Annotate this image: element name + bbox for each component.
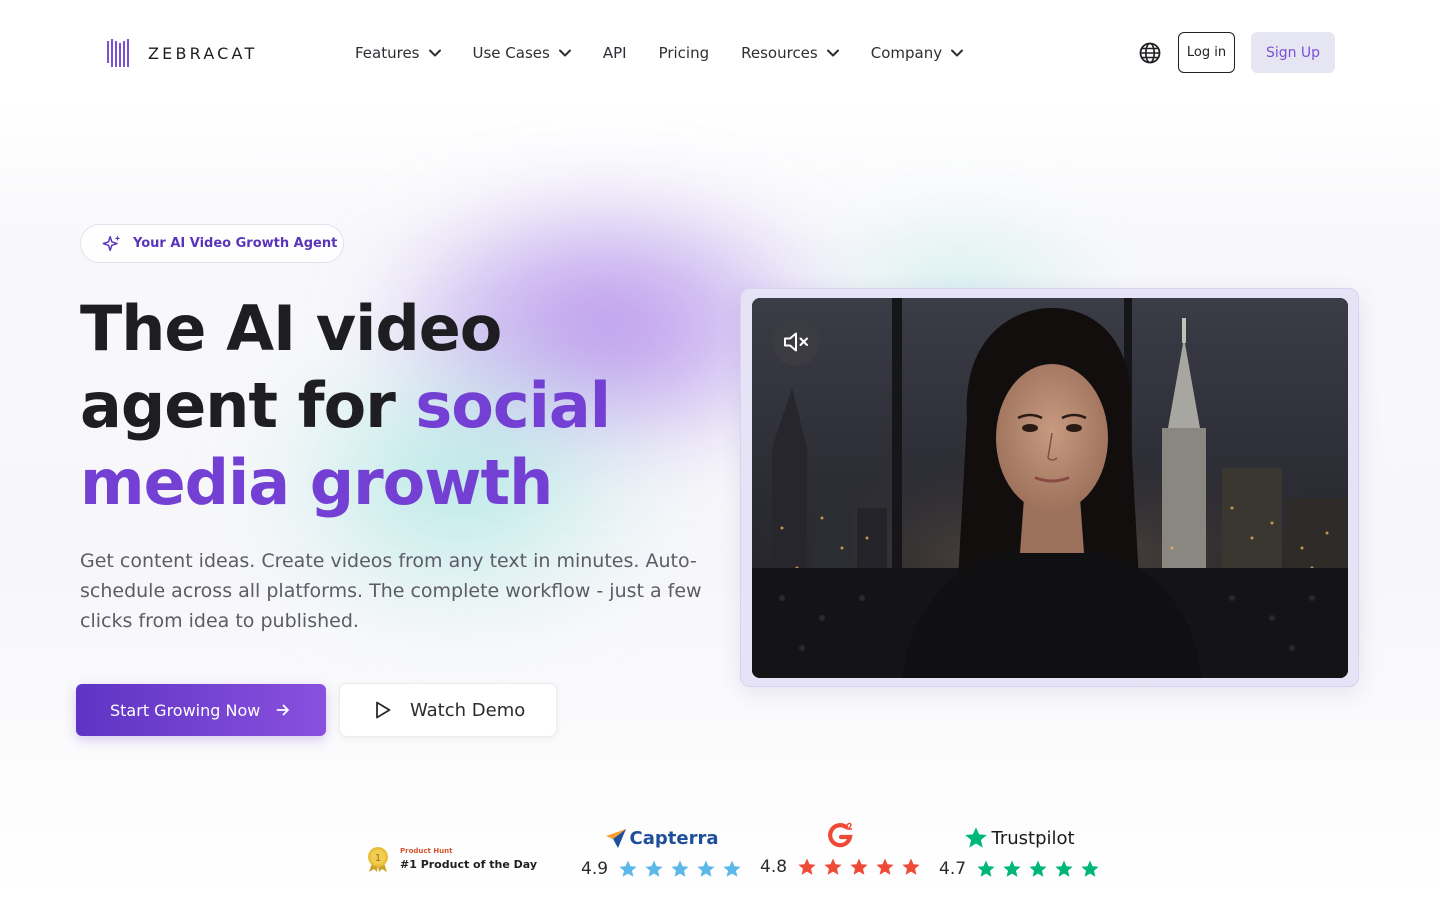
capterra-rating[interactable]: Capterra 4.9 <box>581 823 742 879</box>
star-icon <box>1003 860 1021 877</box>
brand-name: ZEBRACAT <box>148 43 258 63</box>
star-icon <box>902 858 920 875</box>
capterra-name: Capterra <box>629 827 719 849</box>
nav-item-api[interactable]: API <box>603 42 627 64</box>
sparkle-icon <box>102 234 121 251</box>
product-hunt-award[interactable]: 1 Product Hunt #1 Product of the Day <box>366 845 537 873</box>
g2-rating[interactable]: 4.8 <box>760 821 921 877</box>
globe-icon[interactable] <box>1138 41 1162 65</box>
product-hunt-text: Product Hunt #1 Product of the Day <box>400 847 537 871</box>
trustpilot-star-icon <box>965 827 988 848</box>
nav-item-label: Use Cases <box>472 44 550 62</box>
headline-line-1: The AI video <box>80 292 502 365</box>
hero-headline: The AI video agent for social media grow… <box>80 290 700 521</box>
nav-item-label: Features <box>355 44 420 62</box>
nav-item-label: API <box>602 44 627 62</box>
zebracat-logo-icon <box>107 39 129 67</box>
nav-actions: Log in Sign Up <box>1138 32 1335 73</box>
nav-item-company[interactable]: Company <box>870 42 964 64</box>
volume-muted-icon <box>784 332 808 352</box>
g2-logo <box>826 821 856 851</box>
capterra-score-row: 4.9 <box>581 859 742 879</box>
star-icon <box>671 860 689 877</box>
star-icon <box>1055 860 1073 877</box>
medal-icon: 1 <box>368 847 388 872</box>
trustpilot-logo: Trustpilot <box>964 823 1075 853</box>
watch-demo-label: Watch Demo <box>410 699 526 721</box>
nav-item-label: Pricing <box>658 44 710 62</box>
star-icon <box>798 858 816 875</box>
trustpilot-name: Trustpilot <box>991 827 1075 849</box>
brand-logo[interactable]: ZEBRACAT <box>106 37 257 69</box>
hero-subtitle: Get content ideas. Create videos from an… <box>80 550 702 632</box>
star-icon <box>1081 860 1099 877</box>
ratings-bar: 1 Product Hunt #1 Product of the Day Cap… <box>0 815 1440 900</box>
headline-accent-social: social <box>415 369 611 442</box>
start-growing-button[interactable]: Start Growing Now <box>76 684 326 736</box>
star-icon <box>723 860 741 877</box>
nav-item-use-cases[interactable]: Use Cases <box>473 42 571 64</box>
chevron-down-icon <box>951 49 964 57</box>
product-hunt-label: #1 Product of the Day <box>400 858 537 871</box>
video-scene <box>752 298 1348 678</box>
mute-toggle-button[interactable] <box>772 318 820 366</box>
capterra-arrow-icon <box>605 829 626 848</box>
g2-score: 4.8 <box>760 857 788 877</box>
star-icon <box>977 860 995 877</box>
star-icon <box>619 860 637 877</box>
hero-badge: Your AI Video Growth Agent <box>80 224 344 263</box>
trustpilot-rating[interactable]: Trustpilot 4.7 <box>939 823 1100 879</box>
signup-button[interactable]: Sign Up <box>1251 32 1335 73</box>
chevron-down-icon <box>558 49 571 57</box>
star-icon <box>876 858 894 875</box>
nav-item-resources[interactable]: Resources <box>741 42 839 64</box>
chevron-down-icon <box>826 49 839 57</box>
headline-line-2: agent for <box>80 369 396 442</box>
star-icon <box>824 858 842 875</box>
product-hunt-small-label: Product Hunt <box>400 847 453 855</box>
chevron-down-icon <box>428 49 441 57</box>
trustpilot-score: 4.7 <box>939 859 967 879</box>
video-frame <box>740 288 1359 687</box>
nav-item-label: Company <box>870 44 943 62</box>
top-navigation: ZEBRACAT Features Use Cases API Pricing … <box>0 0 1440 106</box>
g2-logo-icon <box>827 822 853 848</box>
badge-label: Your AI Video Growth Agent <box>133 236 338 251</box>
nav-item-pricing[interactable]: Pricing <box>659 42 710 64</box>
arrow-right-icon <box>276 704 290 716</box>
nav-item-label: Resources <box>741 44 818 62</box>
capterra-score: 4.9 <box>581 859 609 879</box>
watch-demo-button[interactable]: Watch Demo <box>339 683 557 737</box>
star-icon <box>645 860 663 877</box>
login-button[interactable]: Log in <box>1178 32 1235 73</box>
capterra-logo: Capterra <box>605 823 719 853</box>
nav-item-features[interactable]: Features <box>355 42 441 64</box>
main-menu: Features Use Cases API Pricing Resources… <box>355 42 995 64</box>
star-icon <box>697 860 715 877</box>
hero-video-player[interactable] <box>752 298 1348 678</box>
star-icon <box>850 858 868 875</box>
start-growing-label: Start Growing Now <box>110 700 261 720</box>
headline-accent-media-growth: media growth <box>80 446 553 519</box>
play-icon <box>376 701 391 719</box>
medal-rank: 1 <box>375 853 381 864</box>
g2-score-row: 4.8 <box>760 857 921 877</box>
star-icon <box>1029 860 1047 877</box>
trustpilot-score-row: 4.7 <box>939 859 1100 879</box>
